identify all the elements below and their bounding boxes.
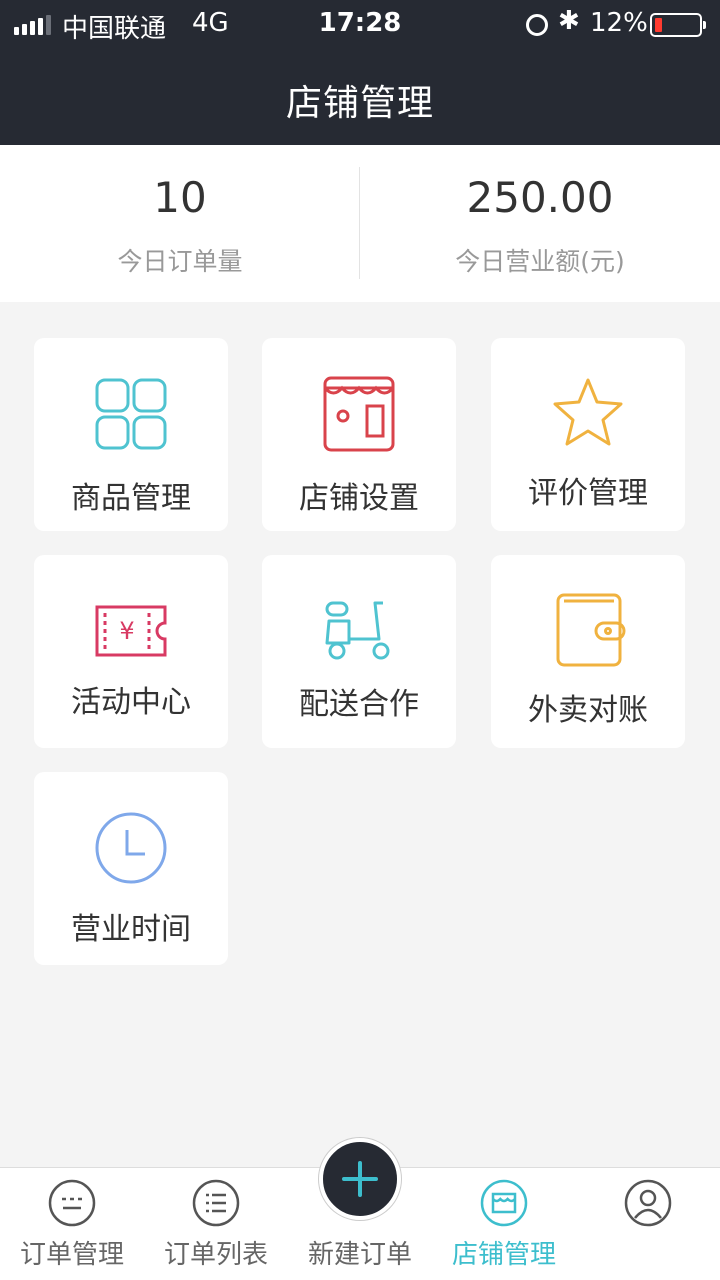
tab-label: 店铺管理 (451, 1240, 556, 1270)
alarm-icon (526, 14, 548, 36)
tile-business-hours[interactable]: 营业时间 (34, 772, 228, 965)
tile-store-settings[interactable]: 店铺设置 (262, 338, 456, 531)
page-title: 店铺管理 (285, 83, 434, 124)
bluetooth-icon: ✱ (558, 6, 580, 36)
tile-activity-center[interactable]: ¥ 活动中心 (34, 555, 228, 748)
tab-label: 新建订单 (307, 1240, 412, 1270)
wallet-icon (556, 593, 626, 667)
tile-label: 配送合作 (299, 687, 419, 722)
stat-label: 今日订单量 (117, 247, 243, 276)
stat-label: 今日营业额(元) (455, 247, 625, 276)
tab-label: 订单管理 (19, 1240, 124, 1270)
tile-delivery-cooperation[interactable]: 配送合作 (262, 555, 456, 748)
tile-takeout-reconciliation[interactable]: 外卖对账 (491, 555, 685, 748)
tab-order-list[interactable]: 订单列表 (144, 1168, 288, 1280)
tab-store-management[interactable]: 店铺管理 (432, 1168, 576, 1280)
stats-panel: 10 今日订单量 250.00 今日营业额(元) (0, 145, 720, 302)
storefront-icon (323, 376, 395, 452)
new-order-fab-button[interactable] (319, 1138, 401, 1220)
store-icon (480, 1179, 528, 1227)
tile-product-management[interactable]: 商品管理 (34, 338, 228, 531)
tile-label: 评价管理 (528, 476, 648, 511)
tile-review-management[interactable]: 评价管理 (491, 338, 685, 531)
tile-label: 活动中心 (71, 685, 191, 720)
clock-icon (95, 812, 167, 884)
list-icon (192, 1179, 240, 1227)
battery-icon (650, 13, 706, 37)
battery-percent: 12% (590, 8, 648, 38)
status-bar: 中国联通 4G 17:28 ✱ 12% (0, 0, 720, 50)
stat-today-orders: 10 今日订单量 (0, 145, 360, 302)
tile-label: 营业时间 (71, 912, 191, 947)
tab-order-management[interactable]: 订单管理 (0, 1168, 144, 1280)
stat-value: 250.00 (466, 173, 614, 222)
tab-profile[interactable] (576, 1168, 720, 1280)
stat-today-revenue: 250.00 今日营业额(元) (360, 145, 720, 302)
grid-icon (95, 378, 167, 450)
scooter-icon (325, 601, 390, 660)
coupon-icon: ¥ (95, 605, 167, 657)
tab-label: 订单列表 (163, 1240, 268, 1270)
coupon-yen-glyph: ¥ (119, 617, 134, 645)
chat-dots-icon (48, 1179, 96, 1227)
tile-label: 店铺设置 (299, 481, 419, 516)
tile-label: 商品管理 (71, 481, 191, 516)
stat-value: 10 (153, 173, 207, 222)
star-icon (553, 378, 623, 446)
plus-icon (342, 1161, 378, 1197)
user-icon (624, 1179, 672, 1227)
top-bar: 中国联通 4G 17:28 ✱ 12% 店铺管理 (0, 0, 720, 145)
tile-label: 外卖对账 (528, 693, 648, 728)
